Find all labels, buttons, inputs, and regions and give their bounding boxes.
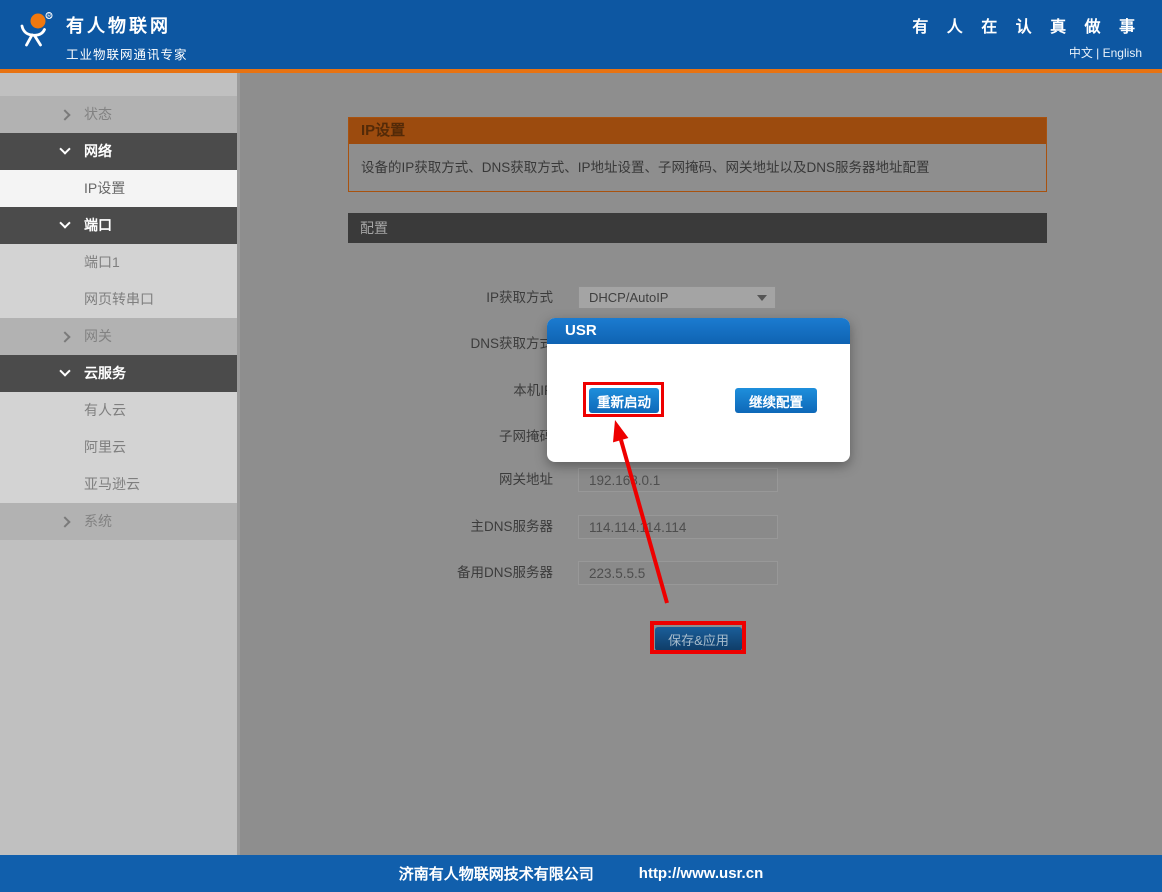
chevron-down-icon: [59, 365, 70, 376]
sidebar-item-system[interactable]: 系统: [0, 503, 237, 540]
sidebar-item-label: IP设置: [84, 170, 125, 207]
brand-subtitle: 工业物联网通讯专家: [66, 44, 188, 63]
sidebar-item-ali-cloud[interactable]: 阿里云: [0, 429, 237, 466]
chevron-right-icon: [59, 331, 70, 342]
header-slogan: 有 人 在 认 真 做 事: [912, 13, 1142, 37]
usr-logo-icon: R: [12, 10, 60, 58]
sidebar-item-label: 网络: [84, 133, 112, 170]
svg-text:R: R: [47, 14, 51, 20]
chevron-right-icon: [59, 516, 70, 527]
page-description: 设备的IP获取方式、DNS获取方式、IP地址设置、子网掩码、网关地址以及DNS服…: [349, 144, 1046, 191]
language-switch[interactable]: 中文 | English: [912, 44, 1142, 61]
ip-mode-label: IP获取方式: [353, 286, 553, 310]
brand-title: 有人物联网: [66, 12, 188, 38]
sidebar-item-usr-cloud[interactable]: 有人云: [0, 392, 237, 429]
sidebar-item-network[interactable]: 网络: [0, 133, 237, 170]
ip-mode-select[interactable]: DHCP/AutoIP: [578, 286, 776, 309]
select-caret-icon: [757, 295, 767, 301]
secondary-dns-label: 备用DNS服务器: [353, 561, 553, 585]
sidebar-item-ip-settings[interactable]: IP设置: [0, 170, 237, 207]
sidebar-item-label: 端口1: [84, 244, 120, 281]
sidebar-item-gateway[interactable]: 网关: [0, 318, 237, 355]
gateway-label: 网关地址: [353, 468, 553, 492]
sidebar-item-label: 状态: [84, 96, 112, 133]
sidebar-item-label: 亚马逊云: [84, 466, 140, 503]
dns-mode-label: DNS获取方式: [353, 332, 553, 356]
primary-dns-label: 主DNS服务器: [353, 515, 553, 539]
header-accent-bar: [0, 69, 1162, 73]
annotation-box-save: [650, 621, 746, 654]
footer-company: 济南有人物联网技术有限公司: [399, 863, 594, 884]
ip-settings-panel: IP设置 设备的IP获取方式、DNS获取方式、IP地址设置、子网掩码、网关地址以…: [348, 117, 1047, 192]
sidebar-item-label: 端口: [84, 207, 112, 244]
chevron-down-icon: [59, 143, 70, 154]
netmask-label: 子网掩码: [353, 425, 553, 449]
sidebar-item-label: 有人云: [84, 392, 126, 429]
registered-mark-icon: R: [46, 13, 52, 20]
footer: 济南有人物联网技术有限公司 http://www.usr.cn: [0, 855, 1162, 892]
header: R 有人物联网 工业物联网通讯专家 有 人 在 认 真 做 事 中文 | Eng…: [0, 0, 1162, 69]
dialog-title: USR: [547, 318, 850, 344]
sidebar: 状态 网络 IP设置 端口 端口1 网页转串口 网关 云服务 有人云 阿里云 亚…: [0, 73, 240, 855]
sidebar-item-port[interactable]: 端口: [0, 207, 237, 244]
annotation-arrow-icon: [600, 410, 690, 610]
continue-config-button[interactable]: 继续配置: [735, 388, 817, 413]
sidebar-item-status[interactable]: 状态: [0, 96, 237, 133]
sidebar-item-label: 云服务: [84, 355, 126, 392]
chevron-down-icon: [59, 217, 70, 228]
page: R 有人物联网 工业物联网通讯专家 有 人 在 认 真 做 事 中文 | Eng…: [0, 0, 1162, 892]
page-title: IP设置: [349, 118, 1046, 144]
footer-url-link[interactable]: http://www.usr.cn: [639, 865, 763, 882]
sidebar-item-label: 系统: [84, 503, 112, 540]
local-ip-label: 本机IP: [353, 379, 553, 403]
brand: 有人物联网 工业物联网通讯专家: [66, 12, 188, 63]
config-section-header: 配置: [348, 213, 1047, 243]
sidebar-item-amazon-cloud[interactable]: 亚马逊云: [0, 466, 237, 503]
sidebar-item-label: 网页转串口: [84, 281, 154, 318]
chevron-right-icon: [59, 109, 70, 120]
sidebar-item-label: 网关: [84, 318, 112, 355]
sidebar-item-web-to-serial[interactable]: 网页转串口: [0, 281, 237, 318]
sidebar-item-port1[interactable]: 端口1: [0, 244, 237, 281]
ip-mode-value: DHCP/AutoIP: [589, 290, 668, 305]
sidebar-item-label: 阿里云: [84, 429, 126, 466]
sidebar-item-cloud-service[interactable]: 云服务: [0, 355, 237, 392]
